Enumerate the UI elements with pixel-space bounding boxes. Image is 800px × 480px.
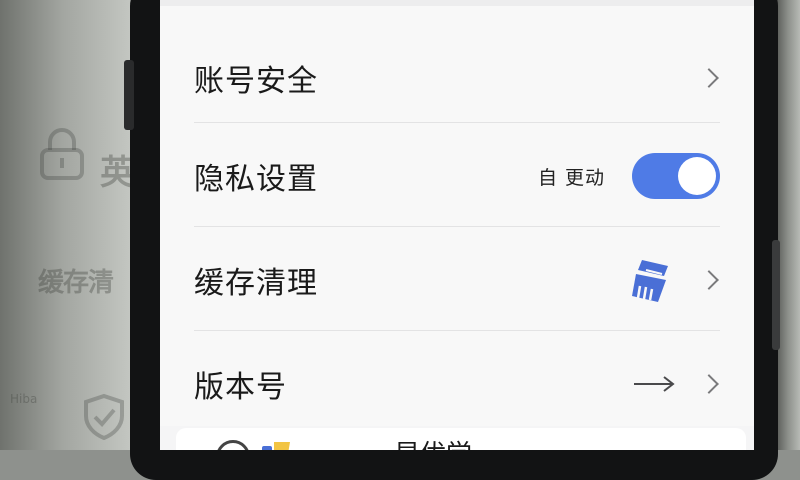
background-text: 缓存清 [38, 268, 114, 298]
background-text: 英 [100, 153, 134, 193]
settings-card: 账号安全 隐私设置 自 更动 缓存清理 版本号 [160, 6, 754, 426]
app-icon [262, 442, 290, 450]
settings-row-privacy[interactable]: 隐私设置 自 更动 [160, 124, 754, 228]
next-row-label[interactable]: 显优学 [394, 434, 472, 450]
row-label: 缓存清理 [194, 266, 318, 301]
settings-row-cache-clear[interactable]: 缓存清理 [160, 228, 754, 332]
settings-screen: 账号安全 隐私设置 自 更动 缓存清理 版本号 [160, 0, 754, 450]
background-check-icon [84, 393, 124, 440]
row-label: 账号安全 [194, 64, 318, 99]
toggle-status-text: 自 更动 [538, 166, 606, 189]
toggle-knob [678, 157, 716, 195]
broom-icon [632, 260, 668, 302]
settings-row-version[interactable]: 版本号 [160, 332, 754, 436]
row-label: 版本号 [194, 370, 287, 405]
divider [194, 122, 720, 123]
arrow-right-icon [634, 376, 675, 392]
settings-row-account-security[interactable]: 账号安全 [160, 26, 754, 130]
row-label: 隐私设置 [194, 162, 318, 197]
next-settings-card: 显优学 [176, 428, 746, 450]
privacy-toggle[interactable] [632, 153, 720, 199]
chevron-right-icon [699, 270, 719, 290]
divider [194, 330, 720, 331]
chevron-right-icon [699, 374, 719, 394]
phone-side-button [772, 240, 780, 350]
background-lock-icon [40, 128, 84, 180]
chevron-right-icon [699, 68, 719, 88]
blurred-background-left [0, 0, 140, 450]
divider [194, 226, 720, 227]
circle-icon [216, 440, 250, 450]
phone-side-button [124, 60, 134, 130]
background-text: Hiba [10, 392, 38, 406]
